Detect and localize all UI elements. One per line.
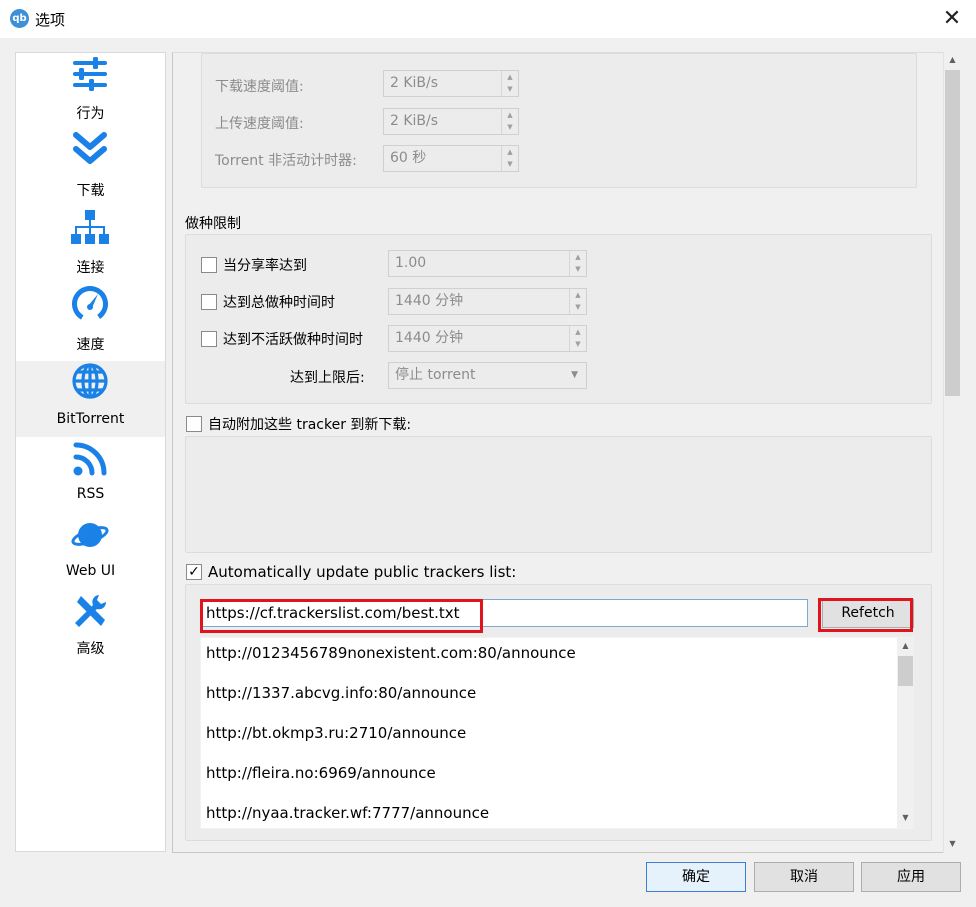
auto-add-trackers-label: 自动附加这些 tracker 到新下载: [208, 417, 412, 433]
list-item[interactable]: http://0123456789nonexistent.com:80/anno… [206, 644, 576, 662]
options-content: 下载速度阈值: 2 KiB/s ▲ ▼ 上传速度阈值: 2 KiB/s ▲ ▼ To… [172, 52, 943, 853]
sidebar-item-behavior[interactable]: 行为 [16, 53, 165, 129]
inactive-seeding-time-checkbox[interactable] [201, 331, 217, 347]
globe-icon [72, 363, 108, 399]
trackers-list-scrollbar[interactable]: ▲ ▼ [897, 638, 914, 828]
sidebar-item-speed[interactable]: 速度 [16, 284, 165, 360]
auto-update-trackers-group: https://cf.trackerslist.com/best.txt Ref… [185, 584, 932, 841]
double-chevron-down-icon [73, 132, 107, 164]
scroll-down-arrow-icon[interactable]: ▼ [897, 810, 914, 826]
scroll-thumb[interactable] [945, 70, 960, 396]
spin-arrows[interactable]: ▲ ▼ [569, 289, 586, 314]
upload-threshold-spinbox[interactable]: 2 KiB/s ▲ ▼ [383, 108, 519, 135]
spin-arrows[interactable]: ▲ ▼ [501, 109, 518, 134]
upload-threshold-label: 上传速度阈值: [215, 116, 304, 132]
sidebar-item-label: RSS [76, 486, 105, 502]
rss-icon [73, 442, 107, 476]
sidebar-item-rss[interactable]: RSS [16, 438, 165, 514]
auto-update-trackers-checkbox[interactable]: ✓ [186, 564, 202, 580]
sidebar-item-label: 高级 [76, 641, 105, 657]
sidebar-item-label: 速度 [76, 337, 105, 353]
sliders-icon [73, 57, 107, 91]
list-item[interactable]: http://1337.abcvg.info:80/announce [206, 684, 476, 702]
auto-add-trackers-textarea[interactable] [185, 436, 932, 553]
inactive-torrents-group: 下载速度阈值: 2 KiB/s ▲ ▼ 上传速度阈值: 2 KiB/s ▲ ▼ To… [201, 53, 917, 188]
ratio-limit-label: 当分享率达到 [223, 258, 307, 274]
sidebar-item-downloads[interactable]: 下载 [16, 130, 165, 206]
spin-arrows[interactable]: ▲ ▼ [501, 71, 518, 96]
limit-action-value: 停止 torrent [395, 367, 476, 383]
network-icon [71, 210, 109, 244]
list-item[interactable]: http://nyaa.tracker.wf:7777/announce [206, 804, 489, 822]
sidebar-item-label: Web UI [65, 563, 116, 579]
ratio-limit-spinbox[interactable]: 1.00 ▲ ▼ [388, 250, 587, 277]
sidebar-item-advanced[interactable]: 高级 [16, 592, 165, 668]
app-icon: qb [10, 9, 29, 28]
scroll-down-arrow-icon[interactable]: ▼ [944, 836, 961, 852]
limit-action-label: 达到上限后: [290, 370, 365, 386]
sidebar-item-label: BitTorrent [56, 411, 125, 427]
ratio-limit-value: 1.00 [395, 255, 427, 271]
sidebar-item-connection[interactable]: 连接 [16, 207, 165, 283]
total-seeding-time-value: 1440 分钟 [395, 293, 464, 309]
auto-add-trackers-checkbox[interactable] [186, 416, 202, 432]
tools-icon [75, 595, 107, 627]
ratio-limit-checkbox[interactable] [201, 257, 217, 273]
spin-arrows[interactable]: ▲ ▼ [569, 326, 586, 351]
sidebar-item-label: 下载 [76, 183, 105, 199]
list-item[interactable]: http://bt.okmp3.ru:2710/announce [206, 724, 466, 742]
refetch-highlight-box [818, 598, 913, 632]
inactive-timer-spinbox[interactable]: 60 秒 ▲ ▼ [383, 145, 519, 172]
close-button[interactable]: ✕ [932, 3, 972, 35]
sidebar-item-label: 行为 [76, 106, 105, 122]
sidebar-item-bittorrent[interactable]: BitTorrent [16, 361, 165, 437]
inactive-timer-label: Torrent 非活动计时器: [215, 153, 357, 169]
total-seeding-time-checkbox[interactable] [201, 294, 217, 310]
url-highlight-box [200, 599, 483, 633]
auto-update-trackers-label: Automatically update public trackers lis… [208, 563, 517, 581]
inactive-seeding-time-label: 达到不活跃做种时间时 [223, 332, 363, 348]
scroll-thumb[interactable] [898, 656, 913, 686]
sidebar-item-webui[interactable]: Web UI [16, 515, 165, 591]
planet-icon [71, 523, 109, 547]
cancel-button[interactable]: 取消 [754, 862, 854, 892]
spin-arrows[interactable]: ▲ ▼ [501, 146, 518, 171]
limit-action-combobox[interactable]: 停止 torrent ▼ [388, 362, 587, 389]
chevron-down-icon: ▼ [571, 370, 578, 380]
apply-button[interactable]: 应用 [861, 862, 961, 892]
sidebar-item-label: 连接 [76, 260, 105, 276]
scroll-up-arrow-icon[interactable]: ▲ [897, 638, 914, 654]
scroll-up-arrow-icon[interactable]: ▲ [944, 52, 961, 68]
seeding-limits-group: 当分享率达到 1.00 ▲ ▼ 达到总做种时间时 1440 分钟 ▲ ▼ 达到不活跃… [185, 234, 932, 404]
trackers-list[interactable]: http://0123456789nonexistent.com:80/anno… [200, 637, 914, 829]
spin-arrows[interactable]: ▲ ▼ [569, 251, 586, 276]
inactive-seeding-time-spinbox[interactable]: 1440 分钟 ▲ ▼ [388, 325, 587, 352]
inactive-seeding-time-value: 1440 分钟 [395, 330, 464, 346]
options-sidebar: 行为 下载 连接 速度 BitTorrent RSS Web UI 高级 [15, 52, 166, 852]
download-threshold-label: 下载速度阈值: [215, 79, 304, 95]
seeding-limits-title: 做种限制 [185, 216, 241, 232]
ok-button[interactable]: 确定 [646, 862, 746, 892]
title-bar: qb 选项 ✕ [0, 0, 976, 38]
download-threshold-spinbox[interactable]: 2 KiB/s ▲ ▼ [383, 70, 519, 97]
inactive-timer-value: 60 秒 [390, 150, 427, 166]
window-title: 选项 [35, 11, 66, 29]
upload-threshold-value: 2 KiB/s [390, 113, 439, 129]
total-seeding-time-label: 达到总做种时间时 [223, 295, 335, 311]
speedometer-icon [72, 286, 108, 322]
total-seeding-time-spinbox[interactable]: 1440 分钟 ▲ ▼ [388, 288, 587, 315]
download-threshold-value: 2 KiB/s [390, 75, 439, 91]
list-item[interactable]: http://fleira.no:6969/announce [206, 764, 436, 782]
content-scrollbar[interactable]: ▲ ▼ [943, 52, 961, 853]
